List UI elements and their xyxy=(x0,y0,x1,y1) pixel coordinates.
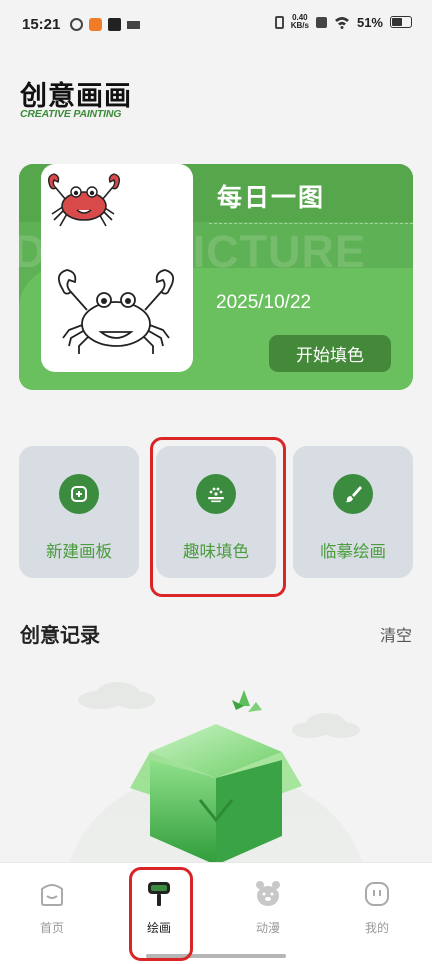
status-right: 0.40 KB/s 51% xyxy=(274,13,412,30)
daily-picture-card[interactable]: DAILY PICTURE 每日一图 2025/10/22 开始填色 xyxy=(19,164,413,390)
brush-icon xyxy=(333,474,373,514)
daily-title: 每日一图 xyxy=(217,183,326,212)
card-divider xyxy=(209,223,413,224)
battery-percent: 51% xyxy=(356,14,383,30)
crown-icon xyxy=(127,21,140,29)
app-subtitle: CREATIVE PAINTING xyxy=(20,108,122,120)
notification-icons xyxy=(70,18,140,31)
home-icon xyxy=(41,884,63,906)
clear-records-button[interactable]: 清空 xyxy=(380,622,412,646)
tiktok-icon xyxy=(108,18,121,31)
tab-anime[interactable]: 动漫 xyxy=(228,879,308,936)
wifi-icon xyxy=(334,16,349,29)
app-notification-icon xyxy=(89,18,102,31)
tab-anime-label: 动漫 xyxy=(255,921,280,935)
bottom-tab-bar: 首页 绘画 动漫 我的 xyxy=(0,862,432,964)
line-art-crab-image xyxy=(57,269,175,354)
daily-crab-thumbnail[interactable] xyxy=(41,164,193,372)
battery-icon xyxy=(390,16,412,28)
tab-mine-label: 我的 xyxy=(364,921,389,935)
new-canvas-label: 新建画板 xyxy=(46,542,112,561)
tab-mine[interactable]: 我的 xyxy=(337,879,417,936)
colored-crab-image xyxy=(47,173,121,227)
daily-date: 2025/10/22 xyxy=(216,292,312,313)
profile-icon xyxy=(365,882,389,906)
status-time: 15:21 xyxy=(22,16,61,33)
app-notification-icon xyxy=(70,18,83,31)
plus-square-icon xyxy=(59,474,99,514)
red-highlight-box-tab xyxy=(129,867,193,961)
x-app-icon xyxy=(315,16,327,28)
red-highlight-box xyxy=(150,437,286,597)
vibrate-icon xyxy=(274,15,284,29)
new-canvas-tile[interactable]: 新建画板 xyxy=(19,446,139,578)
bear-icon xyxy=(256,881,280,906)
copy-drawing-tile[interactable]: 临摹绘画 xyxy=(293,446,413,578)
empty-box-illustration xyxy=(69,682,363,865)
copy-drawing-label: 临摹绘画 xyxy=(320,542,386,561)
tab-home[interactable]: 首页 xyxy=(12,879,92,936)
net-speed: 0.40 KB/s xyxy=(290,13,309,30)
records-title: 创意记录 xyxy=(20,623,100,647)
start-coloring-button[interactable]: 开始填色 xyxy=(269,335,391,372)
tab-home-label: 首页 xyxy=(39,921,64,935)
status-bar: 15:21 0.40 KB/s 51% xyxy=(0,0,432,50)
